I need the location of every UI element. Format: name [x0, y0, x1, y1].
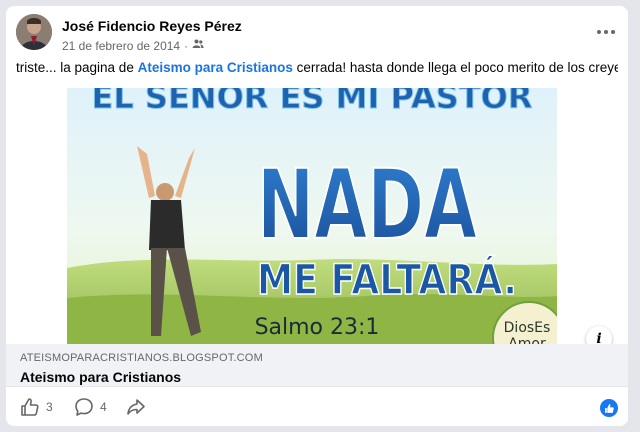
- audience-friends-icon[interactable]: [192, 38, 204, 53]
- info-icon[interactable]: i: [586, 326, 612, 344]
- like-count: 3: [46, 400, 53, 414]
- like-icon: [21, 398, 39, 416]
- post-text-start: triste... la pagina de: [16, 60, 138, 75]
- link-preview-card[interactable]: EL SEÑOR ES MI PASTOR NADA ME FALTARÁ. S…: [6, 88, 628, 386]
- link-title[interactable]: Ateismo para Cristianos: [20, 369, 181, 385]
- comment-count: 4: [100, 400, 107, 414]
- image-text-line4: Salmo 23:1: [255, 315, 380, 340]
- comment-icon: [75, 398, 93, 416]
- author-name[interactable]: José Fidencio Reyes Pérez: [62, 18, 242, 34]
- meta-separator: ·: [184, 38, 189, 53]
- image-text-line1: EL SEÑOR ES MI PASTOR: [92, 88, 533, 116]
- avatar-image: [16, 14, 52, 50]
- share-icon: [127, 399, 145, 415]
- post-text-end: cerrada! hasta donde llega el poco merit…: [296, 60, 618, 75]
- post-card: José Fidencio Reyes Pérez 21 de febrero …: [6, 6, 628, 426]
- image-badge-line2: Amor: [508, 336, 546, 344]
- like-reaction-icon[interactable]: [600, 399, 618, 417]
- comment-button[interactable]: 4: [74, 397, 107, 417]
- image-text-line2: NADA: [257, 149, 477, 261]
- post-meta: 21 de febrero de 2014 ·: [62, 38, 204, 53]
- link-domain: ATEISMOPARACRISTIANOS.BLOGSPOT.COM: [20, 352, 263, 364]
- like-button[interactable]: 3: [20, 397, 53, 417]
- page-mention-link[interactable]: Ateismo para Cristianos: [138, 60, 293, 75]
- avatar[interactable]: [16, 14, 52, 50]
- image-badge-line1: DiosEs: [504, 320, 551, 336]
- share-button[interactable]: [126, 397, 146, 417]
- link-preview-image[interactable]: EL SEÑOR ES MI PASTOR NADA ME FALTARÁ. S…: [67, 88, 557, 344]
- link-preview-image-area[interactable]: EL SEÑOR ES MI PASTOR NADA ME FALTARÁ. S…: [6, 88, 628, 344]
- more-options-button[interactable]: [594, 20, 618, 44]
- more-icon: [597, 30, 615, 34]
- post-text: triste... la pagina de Ateismo para Cris…: [16, 60, 618, 75]
- post-date[interactable]: 21 de febrero de 2014: [62, 39, 180, 53]
- action-bar: 3 4: [6, 386, 628, 426]
- post-header: José Fidencio Reyes Pérez 21 de febrero …: [16, 14, 618, 54]
- image-text-line3: ME FALTARÁ.: [257, 254, 517, 304]
